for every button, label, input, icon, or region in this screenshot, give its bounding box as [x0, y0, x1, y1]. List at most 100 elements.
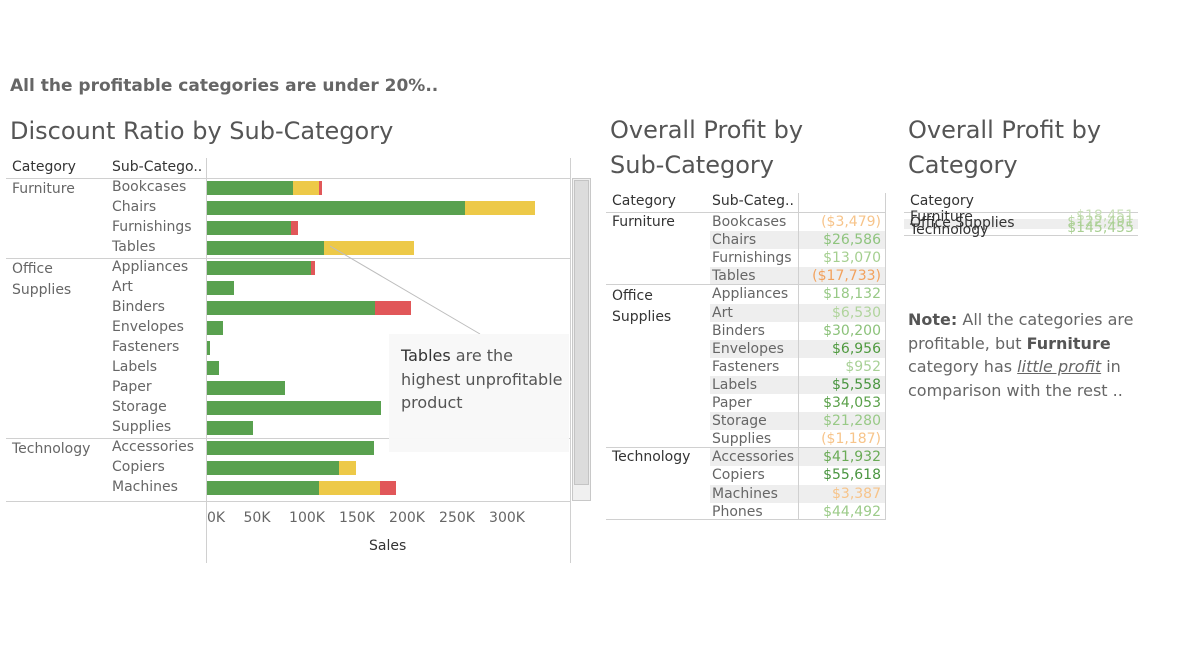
bar-segment-furnishings-0[interactable] [207, 221, 291, 235]
subcategory-label: Machines [112, 479, 178, 495]
profit-value: ($17,733) [812, 268, 881, 285]
axis-right-border [570, 158, 571, 563]
subcategory-label: Binders [112, 299, 165, 315]
profit-subcategory-label: Chairs [712, 232, 757, 249]
profit-subcategory-label: Furnishings [712, 250, 792, 267]
overlap-value-technology: $145,455 [1067, 220, 1134, 236]
bar-segment-fasteners-0[interactable] [207, 341, 210, 355]
subcategory-label: Envelopes [112, 319, 184, 335]
profit-subcategory-title-line2: Sub-Category [610, 151, 774, 179]
bar-segment-tables-0[interactable] [207, 241, 324, 255]
bar-segment-chairs-1[interactable] [465, 201, 535, 215]
profit-subcategory-label: Phones [712, 503, 763, 520]
profit-value: $6,530 [832, 304, 881, 321]
bar-segment-copiers-1[interactable] [339, 461, 356, 475]
bar-segment-art-0[interactable] [207, 281, 234, 295]
subcategory-label: Storage [112, 399, 167, 415]
table-bottom-divider [6, 501, 570, 502]
profit-value: $41,932 [823, 449, 881, 466]
scrollbar-thumb[interactable] [574, 180, 589, 485]
subcategory-label: Furnishings [112, 219, 192, 235]
profit-subcategory-label: Art [712, 304, 733, 321]
note-label: Note: [908, 310, 958, 329]
profit-category-col-header[interactable]: Category [910, 193, 974, 209]
profit-value: $21,280 [823, 413, 881, 430]
note-text: Note: All the categories are profitable,… [908, 308, 1148, 402]
bar-segment-accessories-0[interactable] [207, 441, 374, 455]
bar-segment-labels-0[interactable] [207, 361, 219, 375]
profit-category-title-line1: Overall Profit by [908, 116, 1102, 144]
category-label: Furniture [12, 181, 75, 197]
profit-category-title-line2: Category [908, 151, 1018, 179]
discount-chart-title: Discount Ratio by Sub-Category [10, 117, 394, 145]
profit-value: ($3,479) [821, 214, 881, 230]
profit-subcategory-label: Bookcases [712, 214, 787, 230]
subcategory-label: Tables [112, 239, 156, 255]
x-axis-title: Sales [369, 538, 407, 554]
profit-subcategory-label: Supplies [712, 431, 772, 448]
subcategory-label: Labels [112, 359, 158, 375]
profit-subcategory-label: Accessories [712, 449, 795, 466]
bar-segment-storage-0[interactable] [207, 401, 381, 415]
profit-value: $30,200 [823, 322, 881, 339]
category-label: Office Supplies [12, 261, 72, 298]
profit-subcategory-label: Appliances [712, 286, 789, 303]
bar-segment-appliances-0[interactable] [207, 261, 311, 275]
subcategory-label: Appliances [112, 259, 189, 275]
note-underlined-text: little profit [1017, 357, 1102, 376]
bar-segment-bookcases-0[interactable] [207, 181, 293, 195]
subcategory-label: Fasteners [112, 339, 180, 355]
subcategory-label: Accessories [112, 439, 195, 455]
bar-segment-machines-0[interactable] [207, 481, 319, 495]
bar-segment-chairs-0[interactable] [207, 201, 465, 215]
tables-annotation: Tables are the highest unprofitable prod… [389, 334, 569, 452]
bar-segment-bookcases-1[interactable] [293, 181, 319, 195]
profit-cat-furniture: Furniture [612, 214, 675, 230]
column-header-category[interactable]: Category [12, 159, 76, 175]
profit-subcategory-label: Labels [712, 376, 758, 393]
profit-subcategory-label: Machines [712, 485, 778, 502]
category-label: Technology [12, 441, 91, 457]
bar-segment-appliances-2[interactable] [311, 261, 315, 275]
bar-segment-machines-1[interactable] [319, 481, 380, 495]
profit-value: $44,492 [823, 503, 881, 520]
bar-segment-machines-2[interactable] [380, 481, 396, 495]
profit-value: ($1,187) [821, 431, 881, 448]
profit-subcategory-label: Copiers [712, 467, 765, 484]
profit-value: $952 [845, 358, 881, 375]
profit-subcategory-label: Storage [712, 413, 767, 430]
profit-value: $55,618 [823, 467, 881, 484]
profit-value: $3,387 [832, 485, 881, 502]
profit-value: $18,132 [823, 286, 881, 303]
subcategory-label: Art [112, 279, 133, 295]
profit-col-header-category[interactable]: Category [612, 193, 676, 209]
profit-value: $6,956 [832, 340, 881, 357]
subcategory-label: Chairs [112, 199, 157, 215]
profit-subcategory-label: Paper [712, 395, 752, 411]
profit-value: $5,558 [832, 376, 881, 393]
subcategory-label: Bookcases [112, 179, 187, 195]
bar-segment-supplies-0[interactable] [207, 421, 253, 435]
overlap-label-technology: Technology [910, 222, 989, 238]
profit-value: $34,053 [823, 395, 881, 411]
bar-segment-furnishings-2[interactable] [291, 221, 298, 235]
bar-segment-paper-0[interactable] [207, 381, 285, 395]
annotation-bold-text: Tables [401, 346, 451, 365]
profit-subcategory-label: Tables [712, 268, 756, 285]
bar-segment-envelopes-0[interactable] [207, 321, 223, 335]
column-header-subcategory[interactable]: Sub-Catego.. [112, 159, 202, 175]
profit-right-border [885, 193, 886, 519]
profit-subcategory-title-line1: Overall Profit by [610, 116, 804, 144]
headline: All the profitable categories are under … [10, 76, 439, 96]
subcategory-label: Supplies [112, 419, 172, 435]
note-bold-furniture: Furniture [1026, 333, 1111, 353]
callout-pointer-line [330, 245, 481, 335]
bar-segment-bookcases-2[interactable] [319, 181, 322, 195]
bar-segment-copiers-0[interactable] [207, 461, 339, 475]
subcategory-label: Copiers [112, 459, 165, 475]
profit-subcategory-label: Binders [712, 322, 765, 339]
subcategory-label: Paper [112, 379, 152, 395]
profit-subcategory-label: Envelopes [712, 340, 784, 357]
profit-col-header-subcategory[interactable]: Sub-Categ.. [712, 193, 794, 209]
note-text-part2: category has [908, 357, 1018, 376]
